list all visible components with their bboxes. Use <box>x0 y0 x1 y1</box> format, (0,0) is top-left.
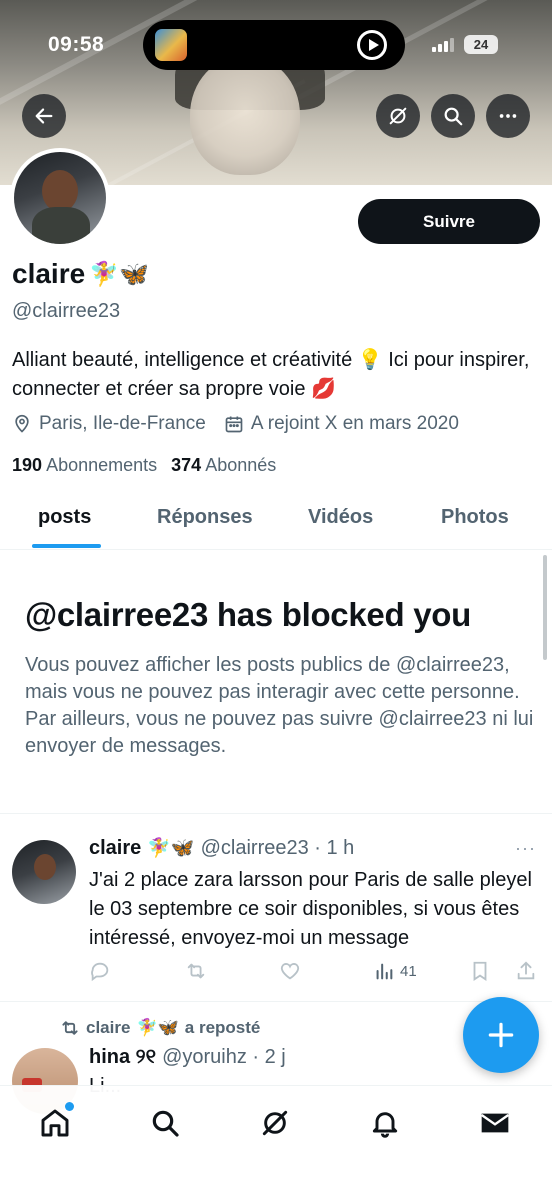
tweet-actions: 41 <box>89 960 539 984</box>
tweet-author[interactable]: claire <box>89 837 141 860</box>
retweet-icon <box>187 963 205 979</box>
more-icon <box>499 114 517 118</box>
reply-icon <box>91 962 109 982</box>
divider <box>0 1001 552 1002</box>
nav-notifications[interactable] <box>365 1103 405 1143</box>
followers-link[interactable]: 374 Abonnés <box>171 455 276 476</box>
bio-text-1: Alliant beauté, intelligence et créativi… <box>12 349 353 371</box>
divider <box>0 813 552 814</box>
repost-indicator[interactable]: claire 🧚‍♀️🦋 a reposté <box>60 1018 260 1038</box>
tweet-header: claire 🧚‍♀️🦋 @clairree23 · 1 h <box>89 836 354 860</box>
repost-suffix: a reposté <box>184 1018 261 1037</box>
search-button[interactable] <box>431 94 475 138</box>
like-button[interactable] <box>279 960 301 982</box>
tweet-avatar[interactable] <box>12 840 76 904</box>
bio-emoji-1: 💡 <box>357 349 383 371</box>
profile-avatar[interactable] <box>10 148 110 248</box>
retweet-icon <box>62 1021 78 1035</box>
follow-button[interactable]: Suivre <box>358 199 540 244</box>
reply-button[interactable] <box>89 960 111 982</box>
tab-videos[interactable]: Vidéos <box>308 506 373 529</box>
calendar-icon <box>225 416 243 433</box>
tweet-author[interactable]: hina ୨୧ <box>89 1046 156 1069</box>
profile-name-row: claire 🧚‍♀️🦋 <box>12 258 149 290</box>
arrow-left-icon <box>35 108 53 124</box>
views-count: 41 <box>400 962 417 980</box>
views-button[interactable]: 41 <box>373 960 417 982</box>
battery-icon: 24 <box>464 35 498 54</box>
profile-location: Paris, Ile-de-France <box>39 413 206 434</box>
active-tab-indicator <box>32 544 101 548</box>
tweet-handle-time: @yoruihz · 2 j <box>162 1046 286 1068</box>
nav-home[interactable] <box>35 1102 75 1143</box>
profile-bio: Alliant beauté, intelligence et créativi… <box>12 346 542 404</box>
grok-button[interactable] <box>376 94 420 138</box>
scrollbar[interactable] <box>543 555 547 660</box>
location-pin-icon <box>15 414 29 433</box>
search-icon <box>444 107 463 126</box>
tab-replies[interactable]: Réponses <box>157 506 253 529</box>
signal-icon <box>432 38 454 52</box>
bio-emoji-2: 💋 <box>311 378 336 400</box>
tab-posts[interactable]: posts <box>38 506 91 529</box>
following-link[interactable]: 190 Abonnements <box>12 455 157 476</box>
bottom-navigation <box>0 1085 552 1200</box>
now-playing-thumbnail <box>155 29 187 61</box>
share-button[interactable] <box>515 960 537 982</box>
tab-photos[interactable]: Photos <box>441 506 509 529</box>
home-icon <box>41 1109 69 1137</box>
follow-counts: 190 Abonnements 374 Abonnés <box>12 455 276 476</box>
profile-meta: Paris, Ile-de-France A rejoint X en mars… <box>12 413 459 435</box>
profile-handle: @clairree23 <box>12 300 121 322</box>
nav-grok[interactable] <box>255 1103 295 1143</box>
profile-tabs: posts Réponses Vidéos Photos <box>0 490 552 550</box>
dynamic-island[interactable] <box>143 20 405 70</box>
notification-dot <box>65 1102 74 1111</box>
bookmark-icon <box>473 961 487 981</box>
status-bar: 09:58 24 <box>0 0 552 90</box>
bookmark-button[interactable] <box>469 960 491 982</box>
play-icon[interactable] <box>357 30 387 60</box>
tweet-text[interactable]: J'ai 2 place zara larsson pour Paris de … <box>89 866 544 953</box>
grok-icon <box>262 1110 288 1136</box>
name-emojis: 🧚‍♀️🦋 <box>89 260 149 288</box>
blocked-title: @clairree23 has blocked you <box>25 596 471 633</box>
blocked-description: Vous pouvez afficher les posts publics d… <box>25 654 534 757</box>
tweet-author-emojis: 🧚‍♀️🦋 <box>147 838 195 859</box>
heart-icon <box>280 963 300 980</box>
repost-name: claire <box>86 1018 131 1037</box>
search-icon <box>152 1110 179 1137</box>
views-icon <box>376 963 393 980</box>
more-button[interactable] <box>486 94 530 138</box>
back-button[interactable] <box>22 94 66 138</box>
share-icon <box>517 961 535 980</box>
tweet-more-button[interactable]: ··· <box>515 838 536 859</box>
plus-icon <box>488 1022 514 1048</box>
nav-search[interactable] <box>145 1103 185 1143</box>
compose-button[interactable] <box>463 997 539 1073</box>
tweet-handle-time: @clairree23 · 1 h <box>200 836 355 859</box>
grok-icon <box>389 107 407 125</box>
nav-messages[interactable] <box>475 1103 515 1143</box>
repost-emojis: 🧚‍♀️🦋 <box>136 1018 179 1037</box>
profile-joined: A rejoint X en mars 2020 <box>250 413 459 434</box>
profile-name: claire <box>12 258 86 289</box>
status-time: 09:58 <box>48 33 105 56</box>
bell-icon <box>372 1112 398 1138</box>
envelope-icon <box>480 1113 510 1133</box>
tweet-header: hina ୨୧ @yoruihz · 2 j <box>89 1046 286 1069</box>
retweet-button[interactable] <box>185 960 207 982</box>
